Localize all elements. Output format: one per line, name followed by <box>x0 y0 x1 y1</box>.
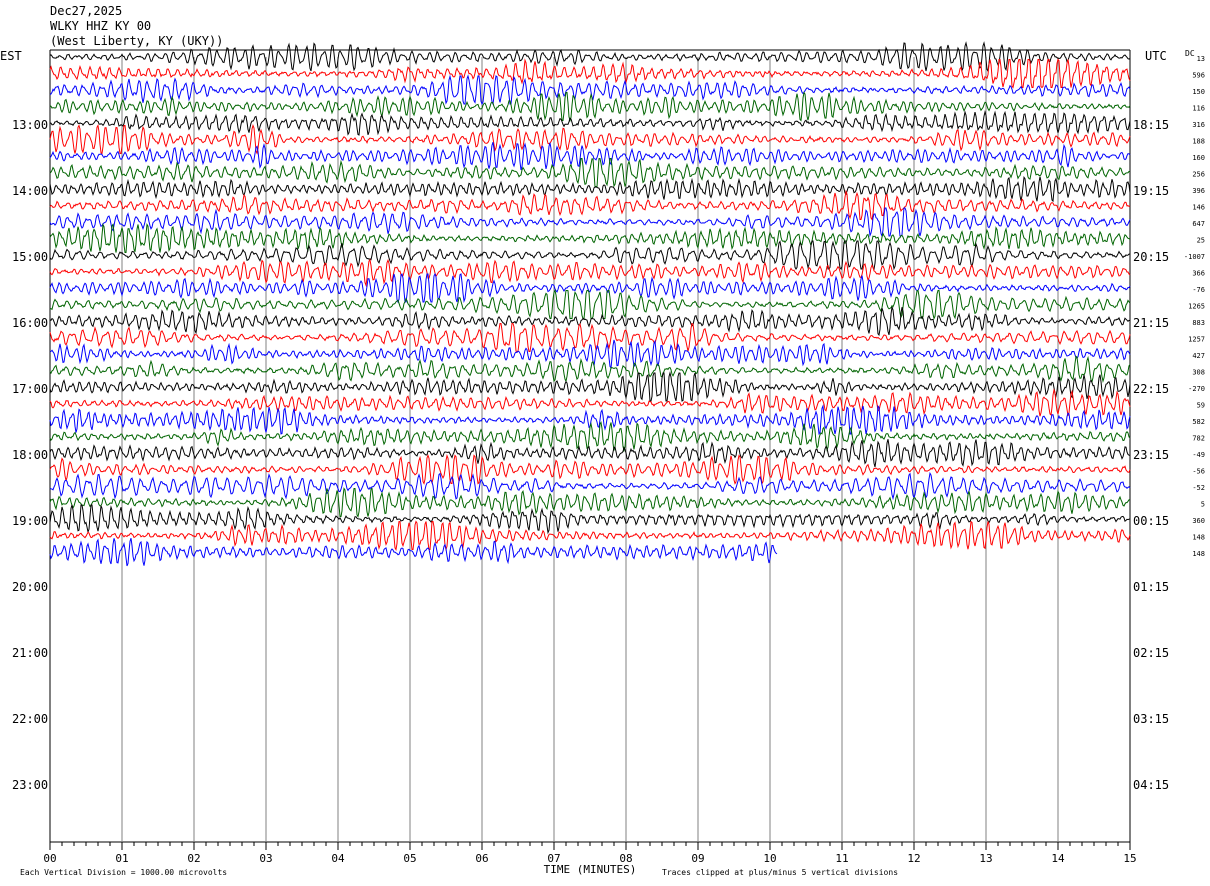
seismic-trace <box>49 421 1131 453</box>
x-tick-label: 04 <box>331 852 345 865</box>
dc-offset-label: 13 <box>1197 55 1205 63</box>
left-hour-label: 13:00 <box>12 118 48 132</box>
left-hour-label: 16:00 <box>12 316 48 330</box>
seismic-trace <box>49 207 1131 238</box>
helicorder-chart: 00 01 02 03 04 05 06 07 08 09 10 11 12 13 14 1513:0014:… <box>0 41 1205 877</box>
x-tick-label: 15 <box>1123 852 1136 865</box>
left-hour-label: 15:00 <box>12 250 48 264</box>
right-hour-label: 01:15 <box>1133 580 1169 594</box>
dc-offset-label: 360 <box>1192 517 1205 525</box>
seismic-trace <box>49 520 1131 552</box>
x-tick-label: 10 <box>763 852 776 865</box>
seismic-trace <box>49 142 1131 171</box>
right-hour-label: 20:15 <box>1133 250 1169 264</box>
seismic-trace <box>49 289 1131 321</box>
dc-offset-label: 1257 <box>1188 336 1205 344</box>
left-hour-label: 22:00 <box>12 712 48 726</box>
dc-offset-label: 5 <box>1201 501 1205 509</box>
x-tick-label: 02 <box>187 852 200 865</box>
dc-offset-label: -1007 <box>1184 253 1205 261</box>
left-hour-label: 17:00 <box>12 382 48 396</box>
dc-offset-label: 256 <box>1192 171 1205 179</box>
x-tick-label: 09 <box>691 852 704 865</box>
left-hour-label: 21:00 <box>12 646 48 660</box>
dc-offset-label: 148 <box>1192 534 1205 542</box>
seismic-trace <box>49 322 1131 353</box>
left-hour-label: 19:00 <box>12 514 48 528</box>
seismic-trace <box>49 157 1131 188</box>
right-hour-label: 18:15 <box>1133 118 1169 132</box>
seismic-trace <box>49 371 1131 402</box>
left-timezone-label: EST <box>0 49 22 63</box>
seismic-trace <box>49 453 1131 486</box>
dc-offset-label: 188 <box>1192 138 1205 146</box>
right-hour-label: 04:15 <box>1133 778 1169 792</box>
seismic-trace <box>49 91 1131 123</box>
seismic-trace <box>49 388 1131 417</box>
x-tick-label: 00 <box>43 852 56 865</box>
x-tick-label: 13 <box>979 852 992 865</box>
x-tick-label: 05 <box>403 852 416 865</box>
dc-offset-label: 427 <box>1192 352 1205 360</box>
left-hour-label: 20:00 <box>12 580 48 594</box>
dc-offset-label: 316 <box>1192 121 1205 129</box>
dc-offset-label: -270 <box>1188 385 1205 393</box>
seismic-trace <box>49 504 1131 535</box>
x-tick-label: 06 <box>475 852 488 865</box>
x-tick-label: 12 <box>907 852 920 865</box>
right-hour-label: 00:15 <box>1133 514 1169 528</box>
dc-offset-label: 883 <box>1192 319 1205 327</box>
x-tick-label: 01 <box>115 852 128 865</box>
dc-offset-label: -56 <box>1192 468 1205 476</box>
dc-offset-label: 1265 <box>1188 303 1205 311</box>
dc-offset-label: -49 <box>1192 451 1205 459</box>
right-timezone-label: UTC <box>1145 49 1167 63</box>
dc-offset-label: 59 <box>1197 402 1205 410</box>
clip-note: Traces clipped at plus/minus 5 vertical … <box>662 868 898 877</box>
dc-offset-label: 596 <box>1192 72 1205 80</box>
x-tick-label: 03 <box>259 852 272 865</box>
seismic-trace <box>49 439 1131 468</box>
dc-offset-label: 146 <box>1192 204 1205 212</box>
dc-offset-label: 647 <box>1192 220 1205 228</box>
x-axis-title: TIME (MINUTES) <box>544 863 637 876</box>
dc-offset-label: 782 <box>1192 435 1205 443</box>
dc-offset-label: 160 <box>1192 154 1205 162</box>
seismic-trace <box>49 355 1131 384</box>
x-tick-label: 14 <box>1051 852 1065 865</box>
left-hour-label: 18:00 <box>12 448 48 462</box>
x-tick-label: 11 <box>835 852 848 865</box>
right-hour-label: 21:15 <box>1133 316 1169 330</box>
dc-offset-label: 396 <box>1192 187 1205 195</box>
seismic-trace <box>49 240 1131 271</box>
right-hour-label: 02:15 <box>1133 646 1169 660</box>
division-note: Each Vertical Division = 1000.00 microvo… <box>20 868 227 877</box>
seismic-trace <box>49 110 1131 136</box>
left-hour-label: 23:00 <box>12 778 48 792</box>
dc-offset-label: 148 <box>1192 550 1205 558</box>
seismic-trace <box>49 339 1131 370</box>
dc-offset-label: 582 <box>1192 418 1205 426</box>
right-hour-label: 22:15 <box>1133 382 1169 396</box>
dc-offset-label: -52 <box>1192 484 1205 492</box>
dc-offset-label: 150 <box>1192 88 1205 96</box>
right-hour-label: 03:15 <box>1133 712 1169 726</box>
trace-layer <box>49 41 1131 567</box>
seismic-trace <box>49 41 1131 73</box>
seismic-trace <box>49 258 1131 288</box>
dc-offset-label: 116 <box>1192 105 1205 113</box>
seismic-trace <box>49 272 1131 304</box>
seismic-trace <box>49 175 1131 203</box>
dc-offset-label: -76 <box>1192 286 1205 294</box>
dc-offset-label: 308 <box>1192 369 1205 377</box>
dc-header-label: DC <box>1185 49 1195 58</box>
left-hour-label: 14:00 <box>12 184 48 198</box>
right-hour-label: 23:15 <box>1133 448 1169 462</box>
dc-offset-label: 25 <box>1197 237 1205 245</box>
right-hour-label: 19:15 <box>1133 184 1169 198</box>
dc-offset-label: 366 <box>1192 270 1205 278</box>
